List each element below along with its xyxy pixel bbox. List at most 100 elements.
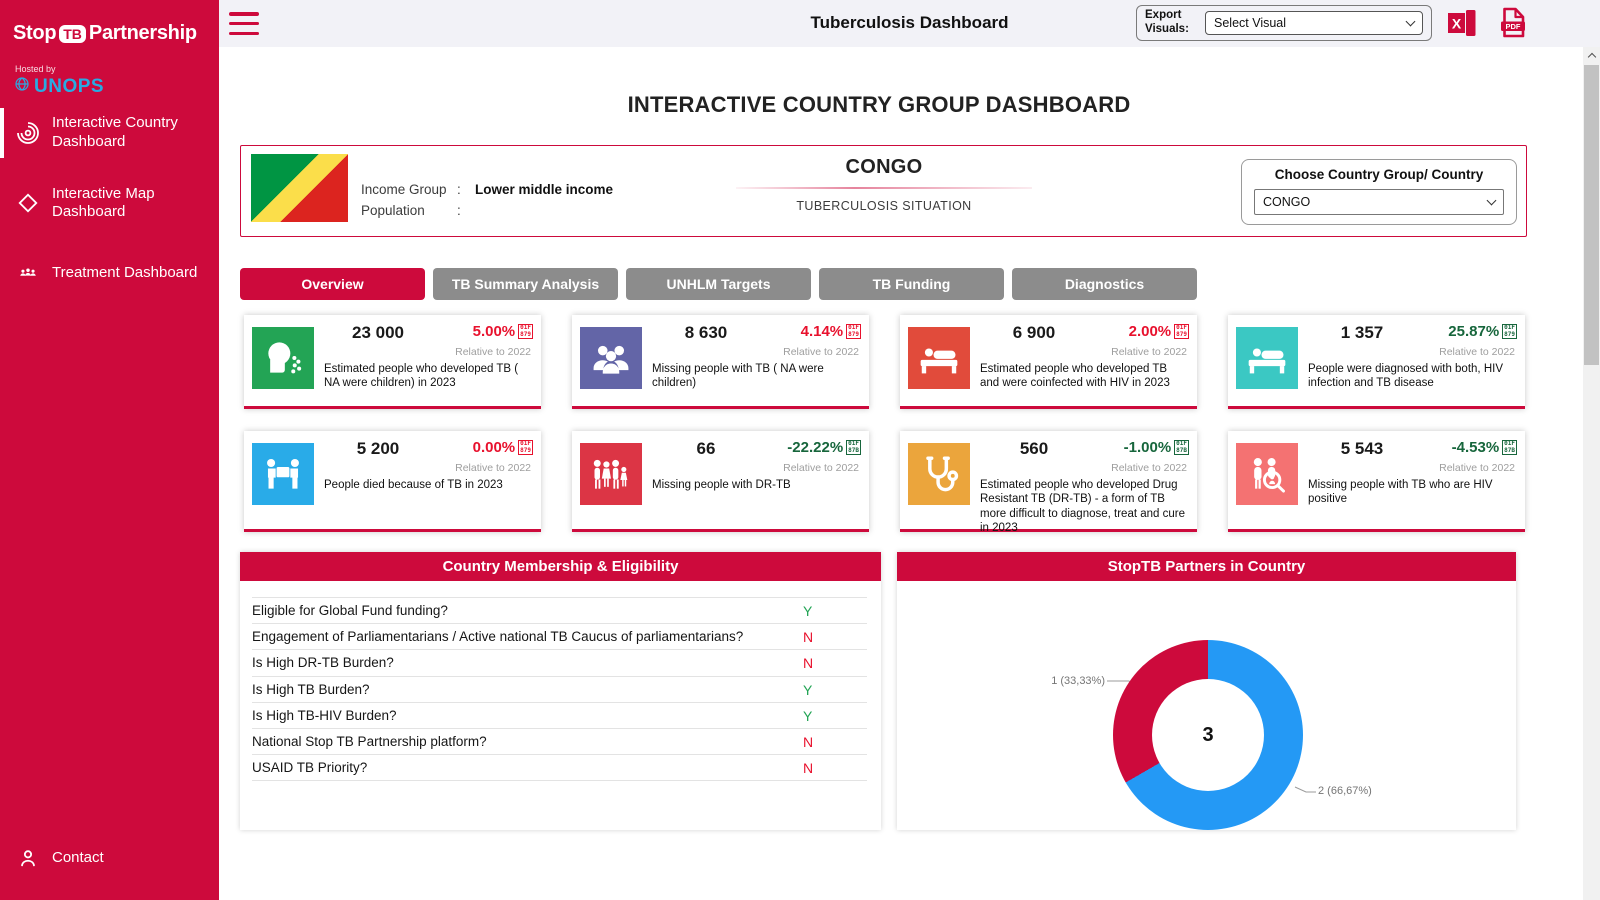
trend-arrow-glyph: 01F87B bbox=[1502, 440, 1517, 455]
donut-label-slice-2: 2 (66,67%) bbox=[1318, 785, 1372, 797]
sidebar-item-label: Interactive Country Dashboard bbox=[52, 114, 211, 152]
kpi-relative-label: Relative to 2022 bbox=[1308, 346, 1517, 358]
kpi-trend: -22.22% bbox=[787, 439, 843, 456]
kpi-relative-label: Relative to 2022 bbox=[324, 346, 533, 358]
country-select[interactable]: CONGO bbox=[1254, 189, 1504, 215]
question: USAID TB Priority? bbox=[252, 759, 803, 777]
kpi-card-diagnosed-hiv-tb: 1 357 25.87%01F879 Relative to 2022 Peop… bbox=[1228, 315, 1525, 409]
stethoscope-icon bbox=[908, 443, 970, 505]
country-select-value: CONGO bbox=[1263, 195, 1488, 209]
tab-tb-summary-analysis[interactable]: TB Summary Analysis bbox=[433, 268, 618, 300]
kpi-relative-label: Relative to 2022 bbox=[652, 346, 861, 358]
kpi-relative-label: Relative to 2022 bbox=[980, 346, 1189, 358]
kpi-relative-label: Relative to 2022 bbox=[652, 462, 861, 474]
kpi-relative-label: Relative to 2022 bbox=[1308, 462, 1517, 474]
kpi-trend: 4.14% bbox=[801, 323, 844, 340]
donut-hole: 3 bbox=[1152, 679, 1264, 791]
country-info: Income Group : Lower middle income Popul… bbox=[361, 182, 613, 224]
pdf-export-icon[interactable]: PDF bbox=[1498, 6, 1528, 39]
congo-flag bbox=[251, 154, 348, 222]
kpi-description: Missing people with TB ( NA were childre… bbox=[652, 362, 861, 391]
export-visuals-group: Export Visuals: Select Visual bbox=[1136, 5, 1432, 41]
income-group-label: Income Group bbox=[361, 182, 457, 197]
sidebar-item-interactive-country-dashboard[interactable]: Interactive Country Dashboard bbox=[0, 104, 219, 162]
vertical-scrollbar bbox=[1583, 47, 1600, 900]
hospital-bed-icon bbox=[908, 327, 970, 389]
kpi-relative-label: Relative to 2022 bbox=[980, 462, 1189, 474]
trend-arrow-glyph: 01F879 bbox=[1502, 324, 1517, 339]
answer: N bbox=[803, 628, 867, 646]
country-name: CONGO bbox=[734, 156, 1034, 179]
tab-diagnostics[interactable]: Diagnostics bbox=[1012, 268, 1197, 300]
donut-center-total: 3 bbox=[1202, 724, 1213, 747]
question: Eligible for Global Fund funding? bbox=[252, 602, 803, 620]
main-content: INTERACTIVE COUNTRY GROUP DASHBOARD Inco… bbox=[219, 47, 1583, 900]
kpi-card-missing-tb-hiv: 5 543 -4.53%01F87B Relative to 2022 Miss… bbox=[1228, 431, 1525, 532]
country-selector-title: Choose Country Group/ Country bbox=[1254, 167, 1504, 182]
logo-stop-text: Stop bbox=[13, 22, 56, 45]
sidebar-item-contact[interactable]: Contact bbox=[0, 830, 219, 886]
kpi-value: 560 bbox=[980, 439, 1088, 459]
kpi-value: 1 357 bbox=[1308, 323, 1416, 343]
country-header-card: Income Group : Lower middle income Popul… bbox=[240, 145, 1527, 237]
answer: N bbox=[803, 759, 867, 777]
hosted-by-label: Hosted by bbox=[15, 64, 56, 74]
coughing-person-icon bbox=[252, 327, 314, 389]
hamburger-menu-icon[interactable] bbox=[229, 12, 259, 35]
population-label: Population bbox=[361, 203, 457, 218]
carrying-person-icon bbox=[252, 443, 314, 505]
scroll-up-button[interactable] bbox=[1583, 47, 1600, 64]
kpi-value: 6 900 bbox=[980, 323, 1088, 343]
excel-export-icon[interactable]: X bbox=[1447, 9, 1477, 37]
membership-panel-title: Country Membership & Eligibility bbox=[240, 552, 881, 581]
kpi-trend: -1.00% bbox=[1124, 439, 1172, 456]
answer: N bbox=[803, 733, 867, 751]
trend-arrow-glyph: 01F879 bbox=[1174, 324, 1189, 339]
membership-panel: Country Membership & Eligibility Eligibl… bbox=[240, 552, 881, 830]
tab-tb-funding[interactable]: TB Funding bbox=[819, 268, 1004, 300]
chevron-down-icon bbox=[1487, 196, 1497, 206]
kpi-trend: 25.87% bbox=[1448, 323, 1499, 340]
tb-badge: TB bbox=[59, 25, 86, 43]
donut-label-slice-1: 1 (33,33%) bbox=[1020, 675, 1105, 687]
trend-arrow-glyph: 01F87B bbox=[1174, 440, 1189, 455]
kpi-value: 23 000 bbox=[324, 323, 432, 343]
sidebar-item-label: Interactive Map Dashboard bbox=[52, 185, 211, 223]
answer: Y bbox=[803, 602, 867, 620]
sidebar-item-interactive-map-dashboard[interactable]: Interactive Map Dashboard bbox=[0, 175, 219, 233]
contact-label: Contact bbox=[52, 849, 104, 868]
family-icon bbox=[580, 443, 642, 505]
question: Is High TB-HIV Burden? bbox=[252, 707, 803, 725]
table-row: USAID TB Priority?N bbox=[252, 755, 867, 781]
kpi-trend: 2.00% bbox=[1129, 323, 1172, 340]
kpi-card-tb-hiv-coinfected: 6 900 2.00%01F879 Relative to 2022 Estim… bbox=[900, 315, 1197, 409]
kpi-card-missing-tb: 8 630 4.14%01F879 Relative to 2022 Missi… bbox=[572, 315, 869, 409]
divider bbox=[736, 187, 1032, 189]
export-visual-select[interactable]: Select Visual bbox=[1205, 11, 1423, 35]
kpi-trend: 5.00% bbox=[473, 323, 516, 340]
kpi-description: Estimated people who developed TB and we… bbox=[980, 362, 1189, 391]
kpi-description: People died because of TB in 2023 bbox=[324, 478, 533, 492]
sidebar-item-treatment-dashboard[interactable]: Treatment Dashboard bbox=[0, 245, 219, 301]
svg-text:X: X bbox=[1452, 16, 1462, 32]
kpi-card-missing-drtb: 66 -22.22%01F87B Relative to 2022 Missin… bbox=[572, 431, 869, 532]
sidebar-nav: Interactive Country Dashboard Interactiv… bbox=[0, 104, 219, 301]
tab-unhlm-targets[interactable]: UNHLM Targets bbox=[626, 268, 811, 300]
question: Is High TB Burden? bbox=[252, 681, 803, 699]
donut-chart[interactable]: 3 bbox=[1113, 640, 1303, 830]
chevron-down-icon bbox=[1406, 17, 1416, 27]
trend-arrow-glyph: 01F879 bbox=[846, 324, 861, 339]
topbar: Tuberculosis Dashboard Export Visuals: S… bbox=[219, 0, 1600, 47]
kpi-description: Estimated people who developed Drug Resi… bbox=[980, 478, 1189, 535]
kpi-description: Missing people with TB who are HIV posit… bbox=[1308, 478, 1517, 507]
partners-panel: StopTB Partners in Country 3 1 (33,33%) … bbox=[897, 552, 1516, 830]
people-icon bbox=[16, 261, 40, 285]
table-row: Is High TB-HIV Burden?Y bbox=[252, 703, 867, 729]
kpi-card-developed-tb: 23 000 5.00%01F879 Relative to 2022 Esti… bbox=[244, 315, 541, 409]
table-row: Is High TB Burden?Y bbox=[252, 677, 867, 703]
scrollbar-thumb[interactable] bbox=[1584, 65, 1599, 365]
logo-partnership-text: Partnership bbox=[89, 22, 197, 45]
answer: N bbox=[803, 654, 867, 672]
table-row: Is High DR-TB Burden?N bbox=[252, 650, 867, 676]
tab-overview[interactable]: Overview bbox=[240, 268, 425, 300]
